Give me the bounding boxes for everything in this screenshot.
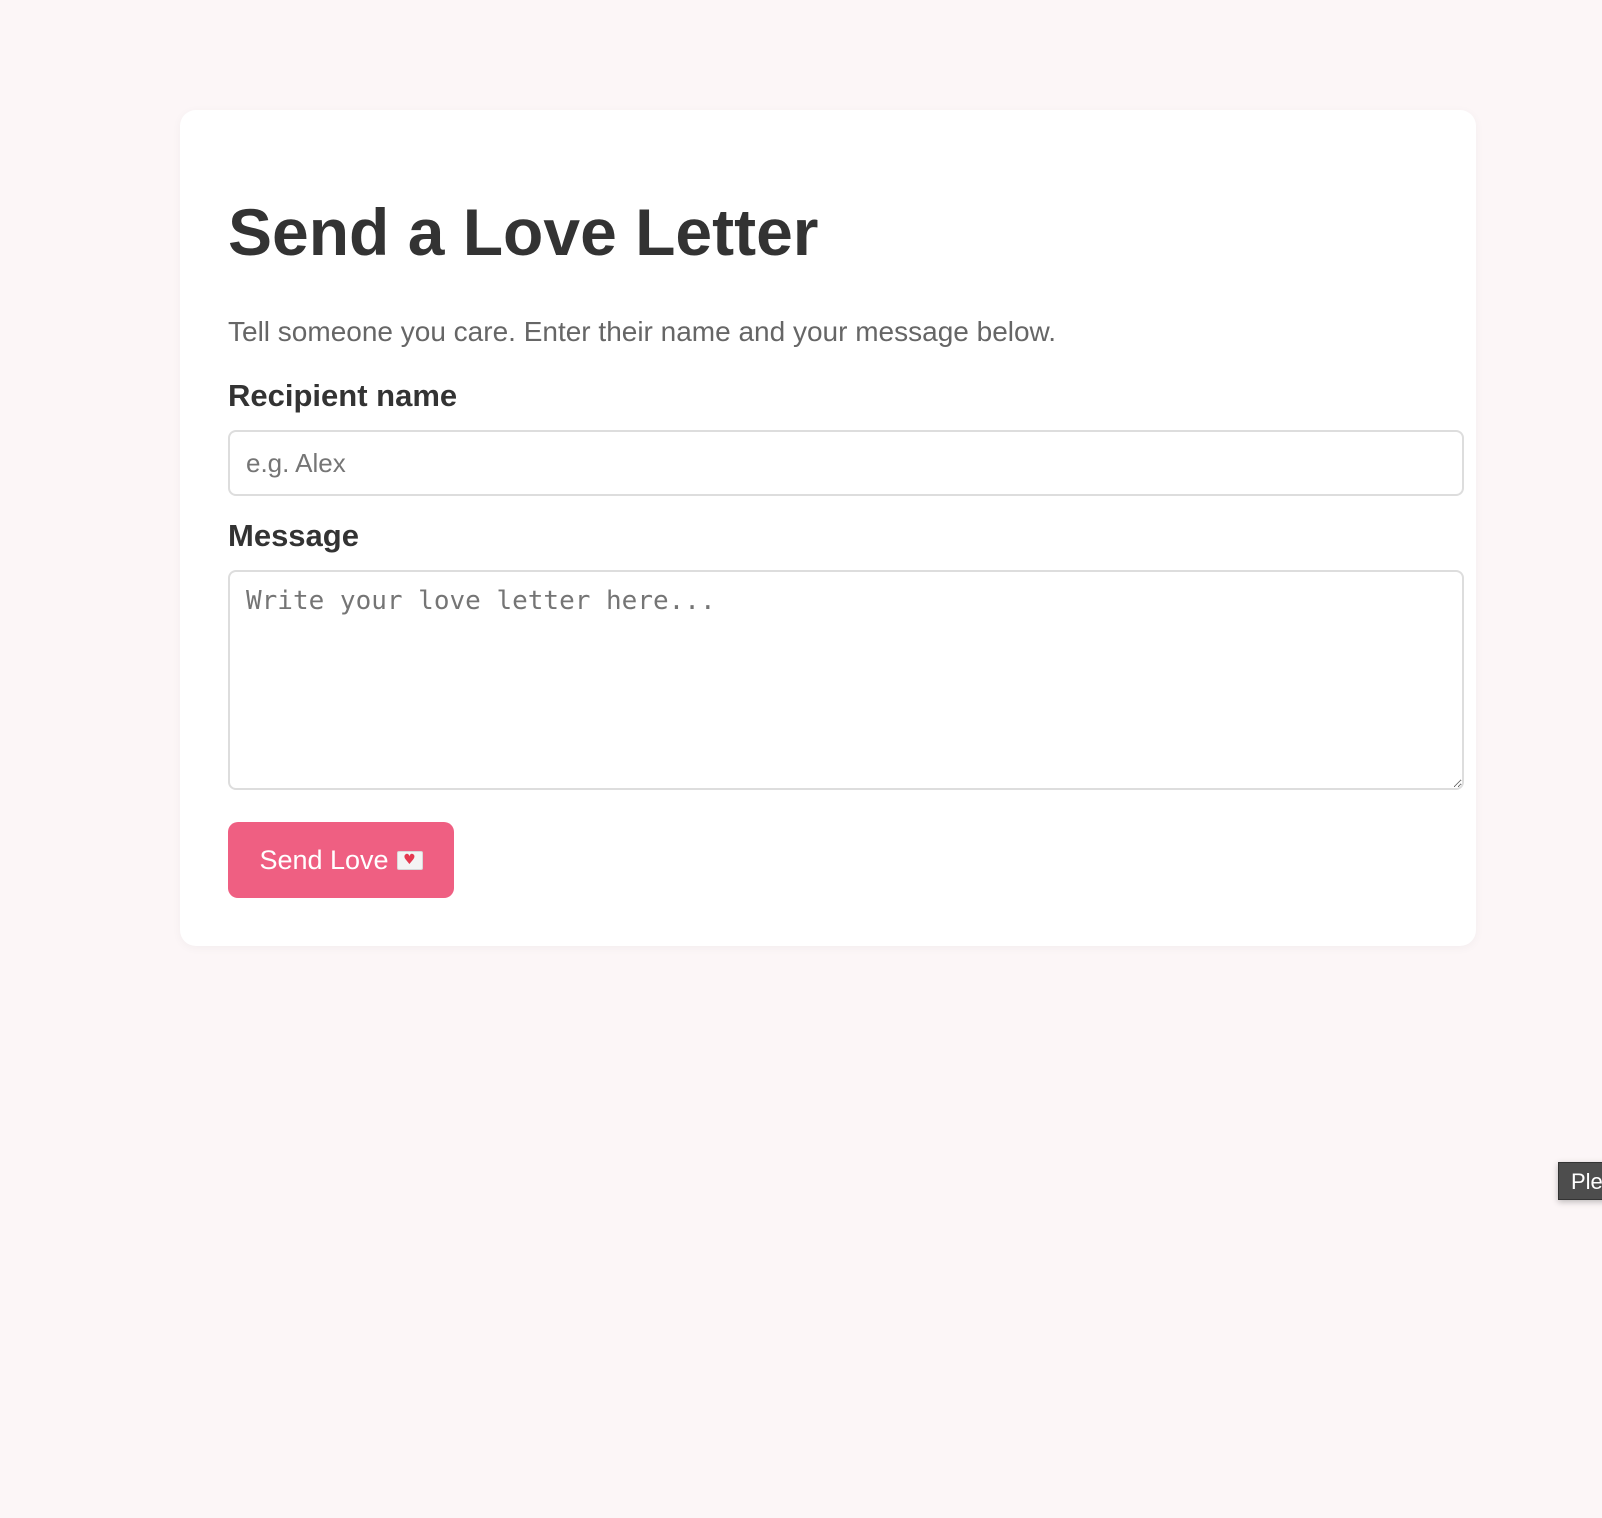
message-textarea[interactable]	[228, 570, 1464, 790]
send-love-label: Send Love	[259, 844, 389, 875]
recipient-label: Recipient name	[228, 378, 458, 413]
recipient-name-input[interactable]	[228, 430, 1464, 496]
heart-icon: ♥	[403, 852, 416, 868]
love-letter-icon: ♥	[396, 850, 423, 870]
send-love-button[interactable]: Send Love ♥	[228, 822, 454, 898]
love-letter-card: Send a Love Letter Tell someone you care…	[180, 110, 1476, 946]
validation-tooltip: Ple	[1558, 1162, 1602, 1200]
message-label: Message	[228, 518, 359, 553]
page-title: Send a Love Letter	[228, 195, 819, 269]
page-subtitle: Tell someone you care. Enter their name …	[228, 316, 1057, 347]
